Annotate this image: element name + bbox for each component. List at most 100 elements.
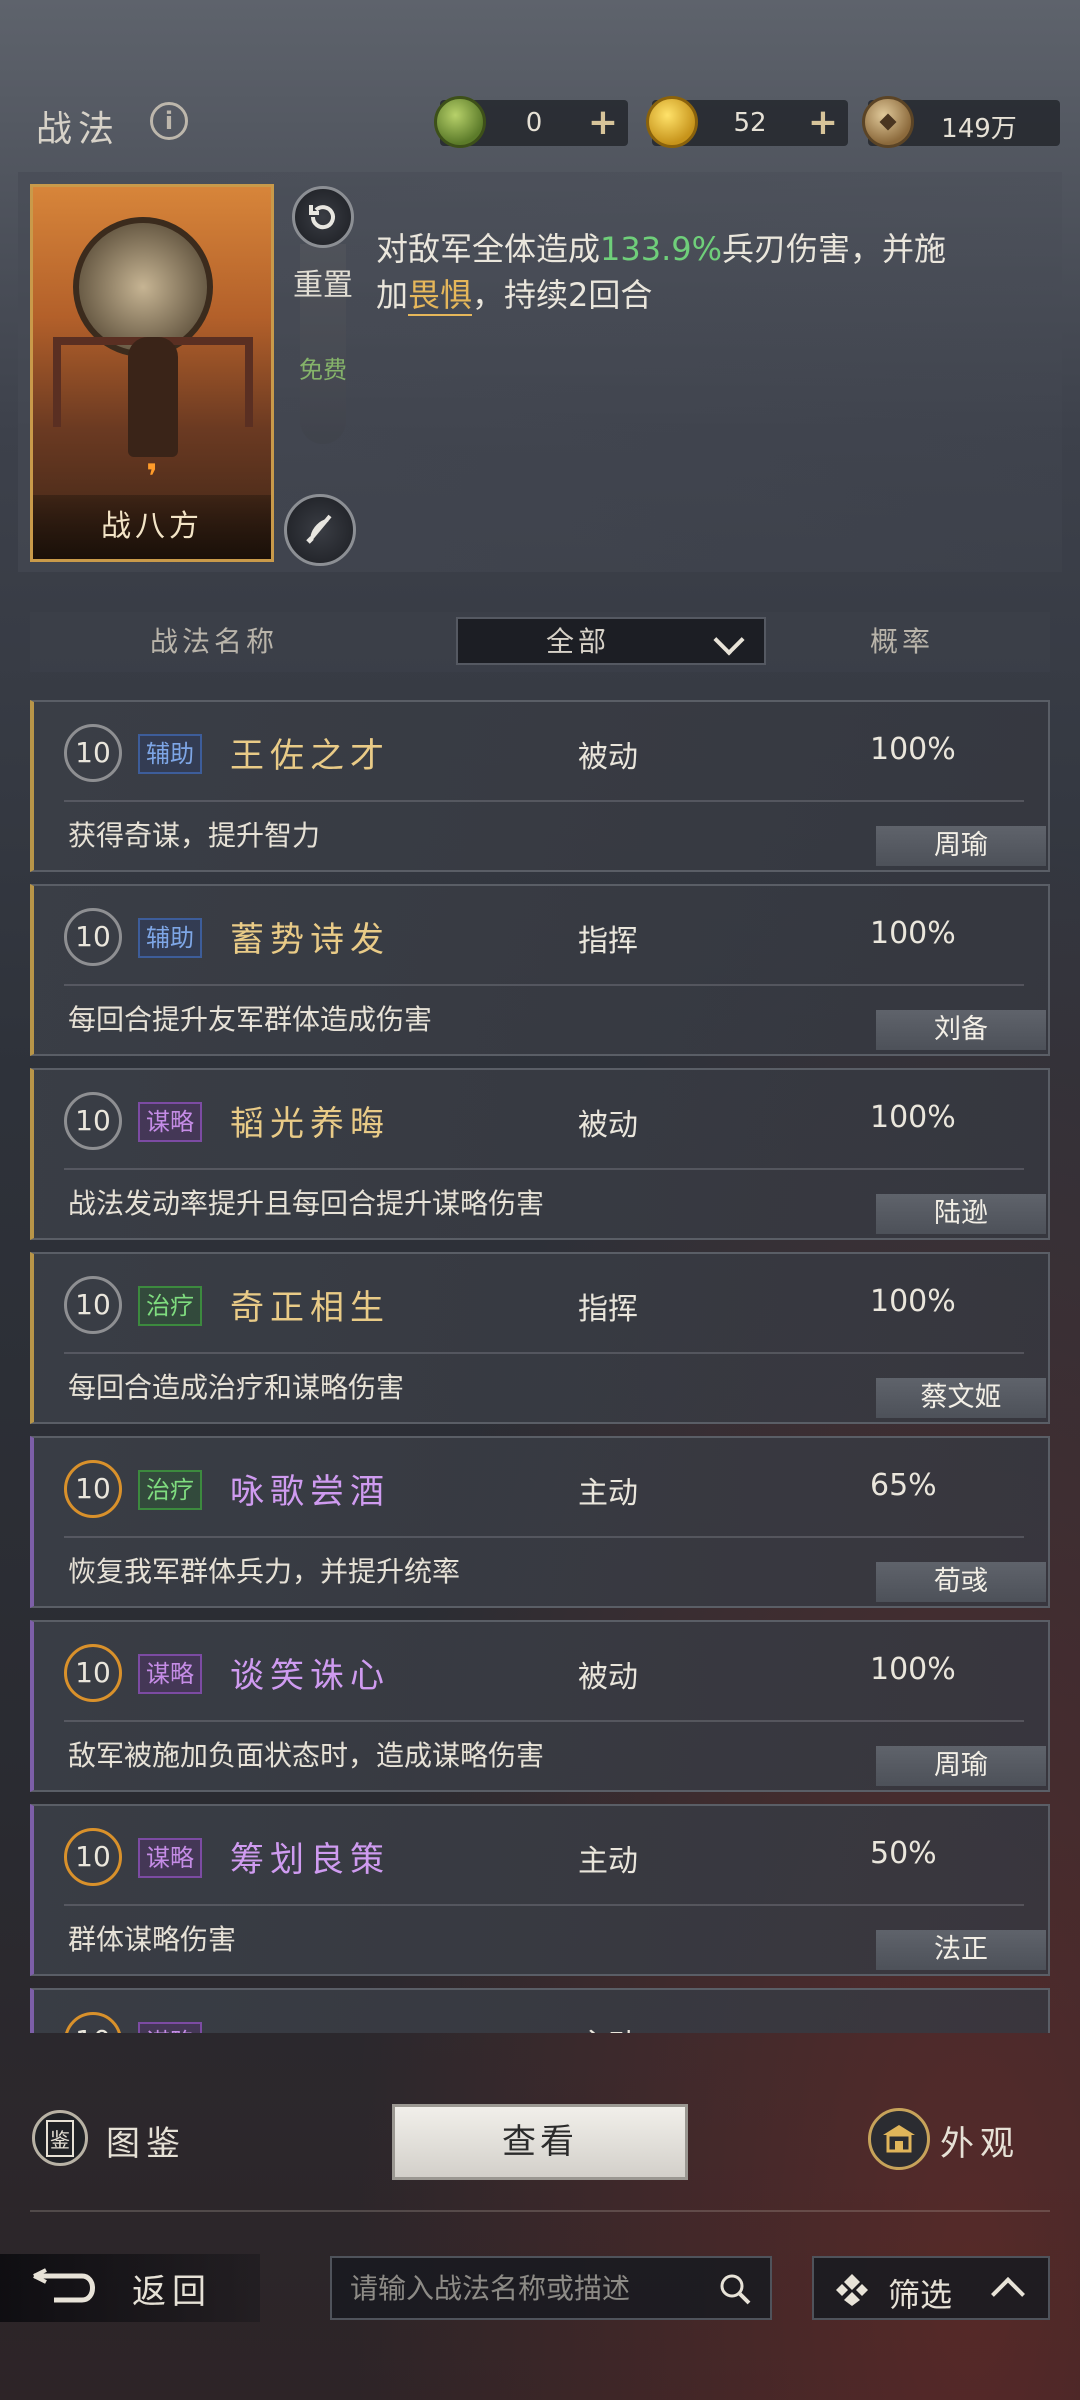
appearance-button[interactable]: 外观 [940, 2116, 1020, 2165]
skill-level-badge: 10 [64, 1460, 122, 1518]
reset-button[interactable] [292, 186, 354, 248]
skill-type: 被动 [578, 1108, 638, 1143]
skill-row[interactable]: 10 谋略 主动 [30, 1988, 1050, 2033]
divider [30, 2210, 1050, 2212]
skill-type: 被动 [578, 1660, 638, 1695]
owner-general-button[interactable]: 周瑜 [876, 826, 1046, 866]
skill-level-badge: 10 [64, 908, 122, 966]
warrior-illustration [128, 337, 178, 457]
skill-level-badge: 10 [64, 2012, 122, 2033]
skill-probability: 100% [870, 732, 956, 767]
owner-general-button[interactable]: 荀彧 [876, 1562, 1046, 1602]
skill-category-tag: 辅助 [138, 918, 202, 958]
skill-type: 主动 [578, 1844, 638, 1879]
skill-category-tag: 谋略 [138, 1102, 202, 1142]
skill-description: 对敌军全体造成133.9%兵刃伤害，并施加畏惧，持续2回合 [376, 230, 947, 316]
skill-category-tag: 治疗 [138, 1470, 202, 1510]
skill-summary: 战法发动率提升且每回合提升谋略伤害 [68, 1187, 545, 1220]
back-arrow-icon[interactable] [30, 2268, 102, 2308]
owner-general-button[interactable]: 陆逊 [876, 1194, 1046, 1234]
resource-green-token: 0 + [434, 96, 628, 148]
divider [64, 800, 1024, 802]
sword-icon [306, 514, 332, 544]
quality-mark: ❜ [146, 457, 158, 497]
appearance-icon[interactable] [868, 2108, 930, 2170]
page-title: 战法 [36, 109, 121, 150]
category-filter-dropdown[interactable]: 全部 [456, 617, 766, 665]
skill-category-tag: 辅助 [138, 734, 202, 774]
info-icon[interactable]: i [150, 102, 188, 140]
skill-action-button[interactable] [284, 494, 356, 566]
skill-category-tag: 谋略 [138, 1838, 202, 1878]
skill-type: 指挥 [578, 924, 638, 959]
skill-level-badge: 10 [64, 724, 122, 782]
skill-name: 咏歌尝酒 [230, 1472, 390, 1512]
skill-row[interactable]: 10 治疗 咏歌尝酒 主动 65% 恢复我军群体兵力，并提升统率 荀彧 [30, 1436, 1050, 1608]
skill-probability: 50% [870, 1836, 937, 1871]
skill-summary: 每回合造成治疗和谋略伤害 [68, 1371, 405, 1404]
skill-probability: 100% [870, 1284, 956, 1319]
skill-type: 主动 [578, 1476, 638, 1511]
skill-level-badge: 10 [64, 1276, 122, 1334]
back-label[interactable]: 返回 [132, 2264, 212, 2313]
chevron-down-icon [713, 624, 745, 656]
skill-summary: 群体谋略伤害 [68, 1923, 237, 1956]
free-label: 免费 [299, 356, 347, 384]
skill-level-badge: 10 [64, 1828, 122, 1886]
skill-card-name: 战八方 [33, 495, 271, 559]
skill-type: 指挥 [578, 1292, 638, 1327]
skill-probability: 100% [870, 1652, 956, 1687]
status-keyword[interactable]: 畏惧 [408, 276, 473, 316]
codex-button[interactable]: 图鉴 [106, 2116, 186, 2165]
skill-category-tag: 治疗 [138, 1286, 202, 1326]
add-gold-coin-button[interactable]: + [808, 102, 838, 143]
refresh-icon [309, 205, 335, 230]
codex-icon[interactable]: 鉴 [32, 2110, 88, 2166]
divider [64, 1720, 1024, 1722]
chevron-up-icon [991, 2277, 1025, 2311]
resource-gold-coin: 52 + [646, 96, 848, 148]
search-box[interactable] [330, 2256, 772, 2320]
owner-general-button[interactable]: 蔡文姬 [876, 1378, 1046, 1418]
skill-row[interactable]: 10 谋略 筹划良策 主动 50% 群体谋略伤害 法正 [30, 1804, 1050, 1976]
search-input[interactable] [350, 2258, 710, 2318]
skill-row[interactable]: 10 辅助 王佐之才 被动 100% 获得奇谋，提升智力 周瑜 [30, 700, 1050, 872]
owner-general-button[interactable]: 法正 [876, 1930, 1046, 1970]
add-green-token-button[interactable]: + [588, 102, 618, 143]
drum-illustration [73, 217, 213, 357]
divider [64, 1536, 1024, 1538]
skill-type: 被动 [578, 740, 638, 775]
skill-card[interactable]: ❜ 战八方 [30, 184, 274, 562]
skill-summary: 每回合提升友军群体造成伤害 [68, 1003, 433, 1036]
view-button[interactable]: 查看 [392, 2104, 688, 2180]
skill-probability: 65% [870, 1468, 937, 1503]
skill-name: 蓄势诗发 [230, 920, 390, 960]
damage-value: 133.9% [600, 230, 723, 268]
column-name-header: 战法名称 [150, 625, 279, 658]
reset-label[interactable]: 重置 [292, 266, 354, 306]
skill-list[interactable]: 10 辅助 王佐之才 被动 100% 获得奇谋，提升智力 周瑜 10 辅助 蓄势诗发 指挥 100% 每… [30, 700, 1050, 2033]
skill-probability: 100% [870, 1100, 956, 1135]
divider [64, 984, 1024, 986]
skill-row[interactable]: 10 辅助 蓄势诗发 指挥 100% 每回合提升友军群体造成伤害 刘备 [30, 884, 1050, 1056]
skill-name: 韬光养晦 [230, 1104, 390, 1144]
skill-table-header: 战法名称 全部 概率 [30, 612, 1050, 672]
skill-type: 主动 [578, 2020, 638, 2033]
column-prob-header: 概率 [870, 625, 935, 658]
owner-general-button[interactable]: 刘备 [876, 1010, 1046, 1050]
skill-name: 谈笑诛心 [230, 1656, 390, 1696]
skill-row[interactable]: 10 治疗 奇正相生 指挥 100% 每回合造成治疗和谋略伤害 蔡文姬 [30, 1252, 1050, 1424]
skill-category-tag: 谋略 [138, 1654, 202, 1694]
resource-copper-coin: 149万 [862, 96, 1060, 148]
search-icon[interactable] [718, 2272, 752, 2306]
filter-diamond-icon [836, 2274, 868, 2306]
divider [64, 1352, 1024, 1354]
owner-general-button[interactable]: 周瑜 [876, 1746, 1046, 1786]
skill-row[interactable]: 10 谋略 谈笑诛心 被动 100% 敌军被施加负面状态时，造成谋略伤害 周瑜 [30, 1620, 1050, 1792]
skill-summary: 获得奇谋，提升智力 [68, 819, 321, 852]
skill-name: 筹划良策 [230, 1840, 390, 1880]
skill-summary: 敌军被施加负面状态时，造成谋略伤害 [68, 1739, 545, 1772]
filter-button[interactable]: 筛选 [812, 2256, 1050, 2320]
skill-row[interactable]: 10 谋略 韬光养晦 被动 100% 战法发动率提升且每回合提升谋略伤害 陆逊 [30, 1068, 1050, 1240]
divider [64, 1168, 1024, 1170]
